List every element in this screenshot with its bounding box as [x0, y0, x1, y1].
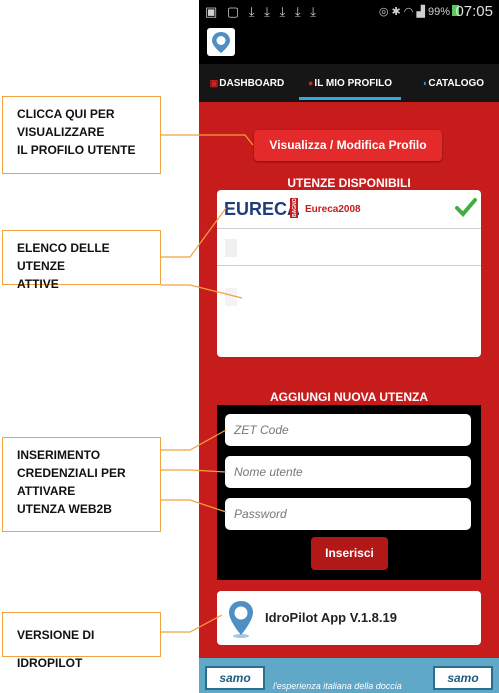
callout-credentials: INSERIMENTO CREDENZIALI PER ATTIVARE UTE…: [2, 437, 161, 532]
empty-slot-icon: [225, 239, 237, 257]
app-logo[interactable]: [207, 28, 235, 56]
eureca-logo: EURECA BAGNO: [223, 197, 299, 219]
samo-logo-right: samo: [433, 666, 493, 690]
users-list: EURECA BAGNO Eureca2008: [217, 190, 481, 357]
callout-version: VERSIONE DI IDROPILOT: [2, 612, 161, 670]
tab-dashboard[interactable]: ▣DASHBOARD: [199, 64, 295, 102]
phone-screen: ▣ ▢ ⤓ ⤓ ⤓ ⤓ ⤓ ◎ ✱ ◠ ▟ 99% 07:05 ▣DASHBOA…: [199, 0, 499, 693]
add-user-title: AGGIUNGI NUOVA UTENZA: [270, 390, 428, 404]
svg-text:BAGNO: BAGNO: [292, 198, 298, 217]
list-item[interactable]: [217, 229, 481, 266]
check-icon: [455, 198, 477, 217]
svg-text:EURECA: EURECA: [224, 199, 299, 219]
tab-indicator: [299, 97, 401, 100]
clock: 07:05: [455, 3, 493, 20]
version-label: IdroPilot App V.1.8.19: [265, 610, 397, 625]
list-item[interactable]: EURECA BAGNO Eureca2008: [217, 190, 481, 229]
profile-icon: ●: [307, 78, 314, 88]
system-icons: ◎ ✱ ◠ ▟ 99%: [379, 5, 459, 18]
insert-button[interactable]: Inserisci: [311, 537, 388, 570]
version-box: IdroPilot App V.1.8.19: [217, 591, 481, 645]
username-input[interactable]: Nome utente: [225, 456, 471, 488]
notification-icons: ▣ ▢ ⤓ ⤓ ⤓ ⤓ ⤓: [205, 4, 319, 19]
user-name: Eureca2008: [305, 204, 361, 215]
dashboard-icon: ▣: [209, 78, 219, 88]
pin-logo-icon: [212, 32, 230, 53]
footer-banner: samo l'esperienza italiana della doccia …: [199, 658, 499, 693]
password-input[interactable]: Password: [225, 498, 471, 530]
tab-catalog[interactable]: ◖CATALOGO: [407, 64, 499, 102]
app-bar: [199, 24, 499, 64]
battery-level: 99%: [427, 6, 450, 18]
view-edit-profile-button[interactable]: Visualizza / Modifica Profilo: [254, 130, 442, 161]
zet-code-input[interactable]: ZET Code: [225, 414, 471, 446]
samo-logo-left: samo: [205, 666, 265, 690]
list-item[interactable]: [217, 266, 481, 356]
callout-users: ELENCO DELLE UTENZE ATTIVE: [2, 230, 161, 291]
profile-content: Visualizza / Modifica Profilo UTENZE DIS…: [199, 102, 499, 658]
status-bar: ▣ ▢ ⤓ ⤓ ⤓ ⤓ ⤓ ◎ ✱ ◠ ▟ 99% 07:05: [199, 0, 499, 24]
users-title: UTENZE DISPONIBILI: [287, 176, 411, 190]
pin-icon: [229, 601, 253, 638]
empty-slot-icon: [225, 288, 237, 306]
callout-profile: CLICCA QUI PER VISUALIZZARE IL PROFILO U…: [2, 96, 161, 174]
footer-tagline: l'esperienza italiana della doccia: [273, 681, 402, 691]
add-user-form: ZET Code Nome utente Password Inserisci: [217, 405, 481, 580]
catalog-icon: ◖: [421, 78, 428, 88]
